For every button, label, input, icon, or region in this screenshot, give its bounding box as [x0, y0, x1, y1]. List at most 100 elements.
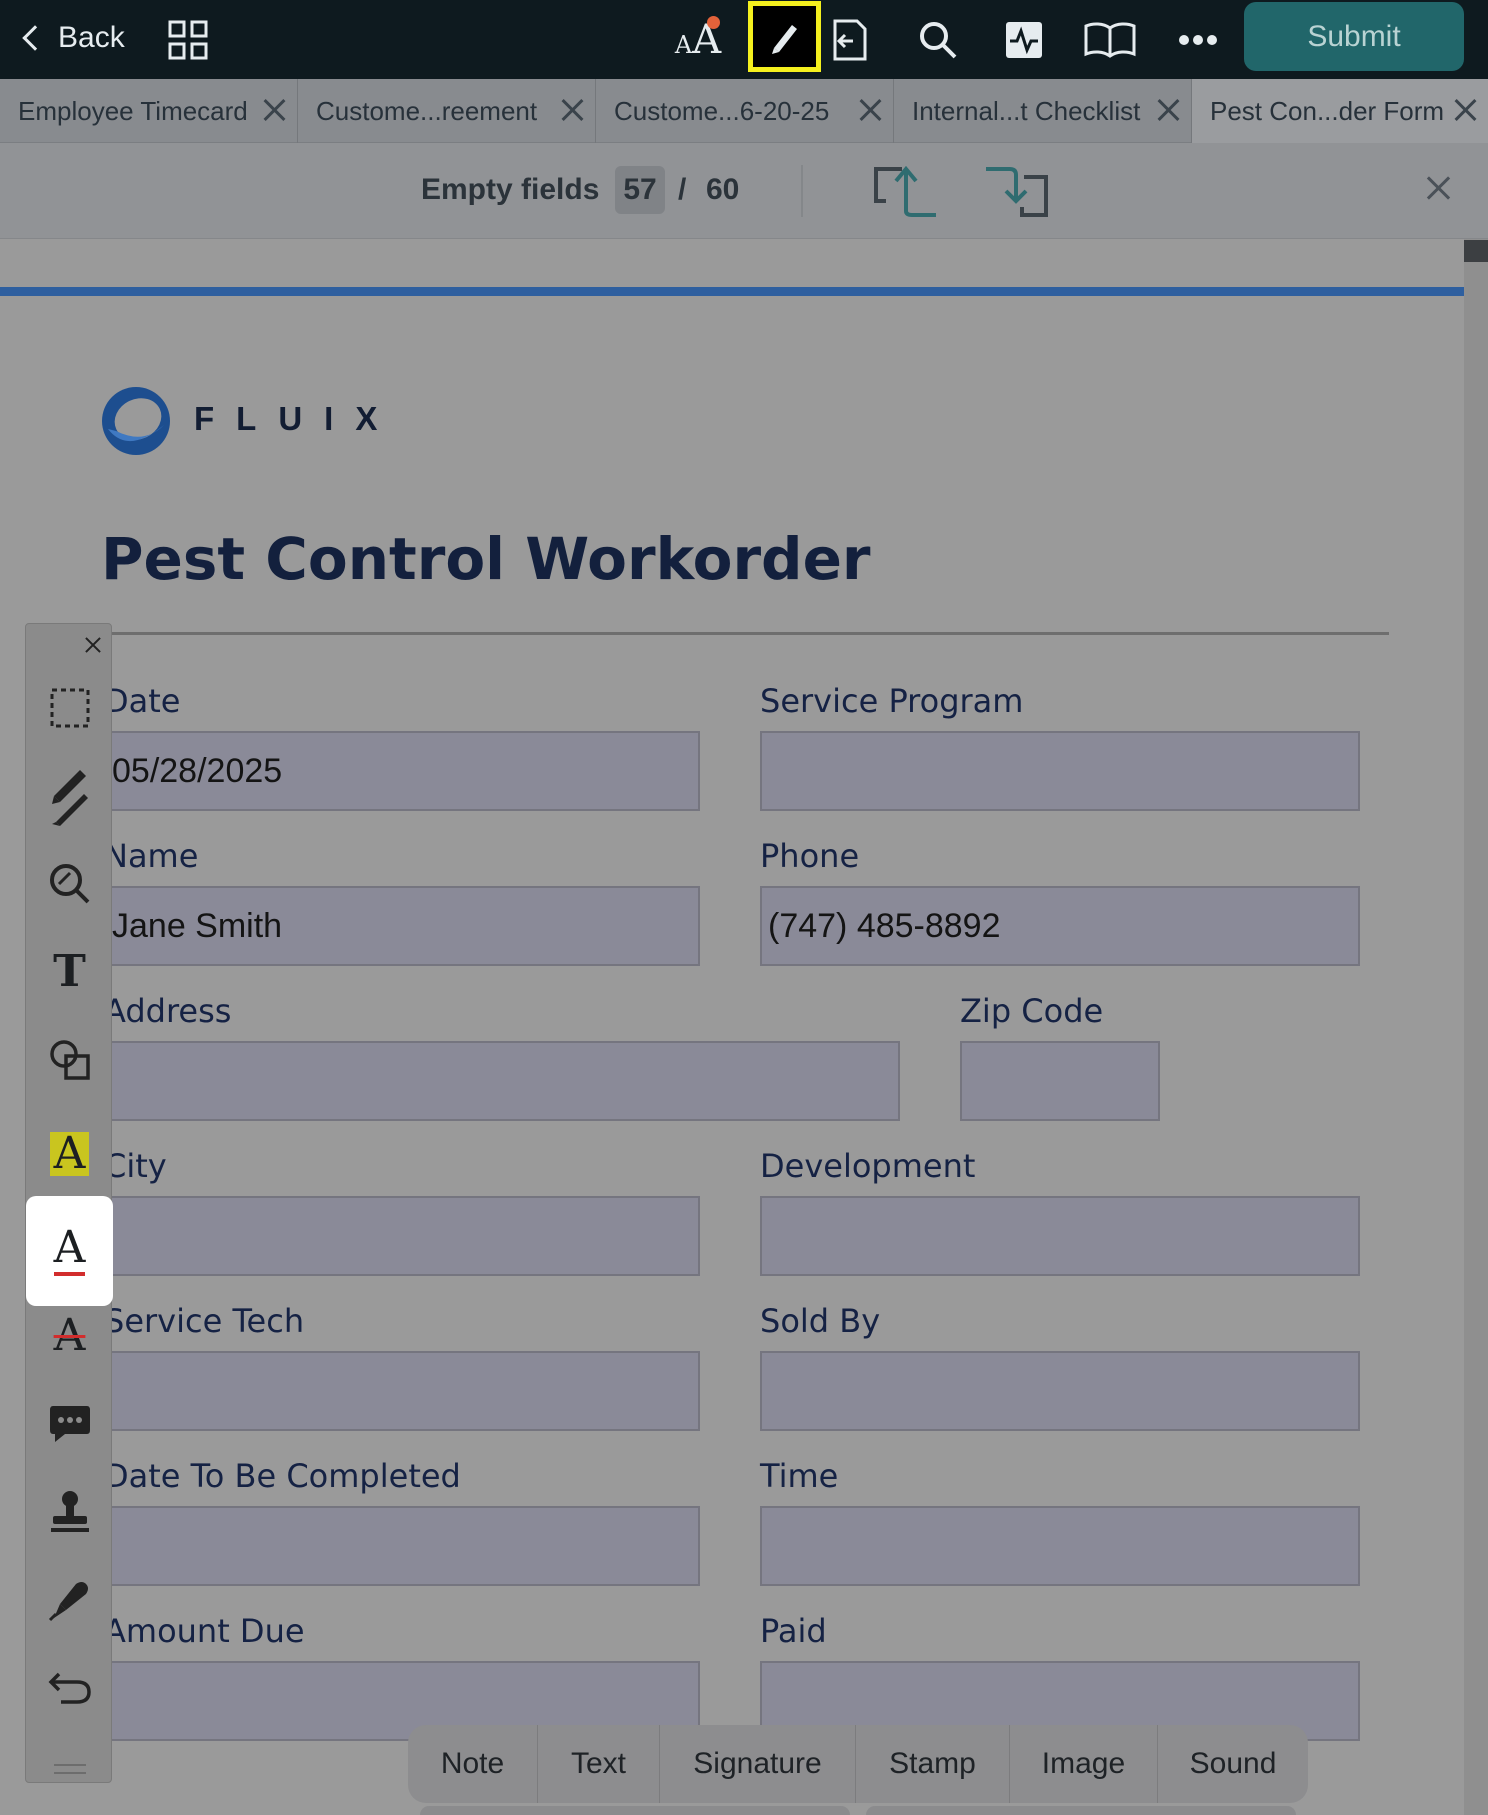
next-field-button[interactable]	[984, 163, 1050, 219]
next-field-icon	[986, 167, 1048, 217]
activity-icon[interactable]	[996, 12, 1052, 68]
shapes-icon	[49, 1040, 90, 1080]
insert-signature-button[interactable]: Signature	[660, 1725, 856, 1803]
close-icon[interactable]	[84, 636, 102, 654]
top-app-bar: Back AA Submit	[0, 0, 1488, 79]
insert-image-button[interactable]: Image	[1010, 1725, 1158, 1803]
paid-label: Paid	[760, 1612, 827, 1650]
fluix-logo	[100, 385, 172, 457]
close-icon[interactable]	[561, 98, 585, 122]
shapes-tool[interactable]	[26, 1016, 113, 1104]
empty-fields-label: Empty fields	[421, 173, 600, 206]
fountain-pen-icon	[48, 1582, 88, 1622]
marquee-select-icon	[50, 688, 89, 728]
zoom-tool[interactable]	[26, 840, 113, 928]
tab-customer-agreement[interactable]: Custome...reement	[298, 79, 596, 143]
scrollbar-thumb[interactable]	[1464, 240, 1488, 262]
underline-glyph: A	[53, 1226, 86, 1276]
empty-fields-count: 57	[615, 166, 665, 214]
service-program-field[interactable]	[760, 731, 1360, 811]
signature-pen-tool[interactable]	[26, 1556, 113, 1644]
text-tool[interactable]: T	[26, 928, 113, 1016]
tab-pest-control-form[interactable]: Pest Con...der Form	[1192, 79, 1488, 143]
magnifier-icon	[49, 864, 89, 904]
close-icon[interactable]	[859, 98, 883, 122]
zip-code-label: Zip Code	[960, 992, 1104, 1030]
tab-internal-checklist[interactable]: Internal...t Checklist	[894, 79, 1192, 143]
text-size-icon[interactable]: AA	[670, 12, 726, 68]
tab-employee-timecard[interactable]: Employee Timecard	[0, 79, 298, 143]
drag-handle[interactable]	[54, 1764, 86, 1774]
time-field[interactable]	[760, 1506, 1360, 1586]
secondary-bar	[420, 1806, 850, 1815]
secondary-bar	[866, 1806, 1296, 1815]
underline-tool[interactable]: A	[26, 1196, 113, 1306]
empty-fields-bar: Empty fields 57 / 60	[0, 143, 1488, 239]
date-to-be-completed-field[interactable]	[104, 1506, 700, 1586]
chevron-left-icon	[22, 25, 48, 51]
service-tech-field[interactable]	[104, 1351, 700, 1431]
undo-icon	[48, 1672, 91, 1704]
strikethrough-tool[interactable]: A	[26, 1292, 113, 1380]
back-button[interactable]: Back	[20, 18, 125, 58]
development-field[interactable]	[760, 1196, 1360, 1276]
empty-fields-separator: /	[678, 173, 687, 206]
stamp-tool[interactable]	[26, 1468, 113, 1556]
service-program-label: Service Program	[760, 682, 1024, 720]
annotation-palette: T A A A	[25, 623, 113, 1783]
time-label: Time	[760, 1457, 839, 1495]
name-label: Name	[104, 837, 199, 875]
logo-text: FLUIX	[194, 400, 400, 437]
highlight-tool[interactable]: A	[26, 1110, 113, 1198]
pencil-tool[interactable]	[26, 752, 113, 840]
phone-label: Phone	[760, 837, 860, 875]
highlight-glyph: A	[49, 1132, 90, 1176]
previous-field-icon	[874, 165, 936, 217]
tab-label: Employee Timecard	[18, 95, 248, 126]
insert-sound-button[interactable]: Sound	[1158, 1725, 1308, 1803]
insert-text-button[interactable]: Text	[538, 1725, 660, 1803]
export-icon[interactable]	[822, 12, 878, 68]
close-icon[interactable]	[1454, 98, 1478, 122]
city-field[interactable]	[104, 1196, 700, 1276]
undo-tool[interactable]	[26, 1644, 113, 1732]
document-tabs: Employee Timecard Custome...reement Cust…	[0, 79, 1488, 143]
more-icon[interactable]	[1170, 12, 1226, 68]
name-field[interactable]: Jane Smith	[104, 886, 700, 966]
zip-code-field[interactable]	[960, 1041, 1160, 1121]
comment-icon	[49, 1406, 90, 1442]
strikethrough-glyph: A	[53, 1310, 86, 1361]
search-icon[interactable]	[910, 12, 966, 68]
insert-note-button[interactable]: Note	[408, 1725, 538, 1803]
total-fields-count: 60	[706, 173, 740, 206]
date-field[interactable]: 05/28/2025	[104, 731, 700, 811]
tab-label: Custome...6-20-25	[614, 95, 830, 126]
address-label: Address	[104, 992, 232, 1030]
date-to-be-completed-label: Date To Be Completed	[104, 1457, 461, 1495]
city-label: City	[104, 1147, 167, 1185]
service-tech-label: Service Tech	[104, 1302, 305, 1340]
close-icon[interactable]	[263, 98, 287, 122]
divider	[801, 165, 803, 217]
insert-stamp-button[interactable]: Stamp	[856, 1725, 1010, 1803]
close-icon[interactable]	[1157, 98, 1181, 122]
submit-button[interactable]: Submit	[1244, 2, 1464, 71]
tab-customer-6-20-25[interactable]: Custome...6-20-25	[596, 79, 894, 143]
pen-icon[interactable]	[748, 1, 821, 72]
phone-field[interactable]: (747) 485-8892	[760, 886, 1360, 966]
comment-tool[interactable]	[26, 1380, 113, 1468]
address-field[interactable]	[104, 1041, 900, 1121]
book-icon[interactable]	[1082, 12, 1138, 68]
pencil-icon	[51, 770, 88, 826]
previous-field-button[interactable]	[872, 163, 938, 219]
grid-icon[interactable]	[160, 12, 216, 68]
close-icon[interactable]	[1424, 173, 1454, 203]
selection-tool[interactable]	[26, 664, 113, 752]
header-band	[0, 287, 1464, 296]
page-title: Pest Control Workorder	[101, 525, 871, 593]
insert-bar: Note Text Signature Stamp Image Sound	[408, 1725, 1308, 1803]
sold-by-field[interactable]	[760, 1351, 1360, 1431]
date-label: Date	[104, 682, 181, 720]
stamp-icon	[50, 1491, 89, 1532]
tab-label: Pest Con...der Form	[1210, 95, 1445, 126]
